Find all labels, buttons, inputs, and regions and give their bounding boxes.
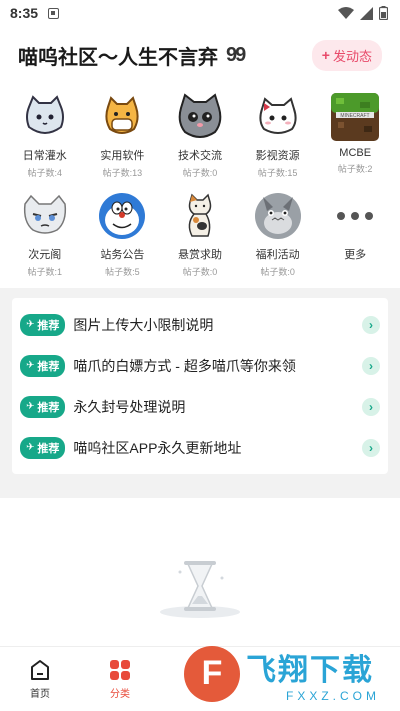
battery-icon [379, 6, 388, 20]
category-benefits[interactable]: 福利活动 帖子数:0 [239, 191, 317, 278]
pin-icon: ✈ [26, 442, 35, 453]
category-more[interactable]: 更多 [316, 191, 394, 278]
calico-cat-icon [175, 191, 225, 241]
category-mcbe[interactable]: MINECRAFT MCBE 帖子数:2 [316, 92, 394, 179]
recommend-badge: ✈ 推荐 [20, 354, 66, 377]
category-name: 影视资源 [255, 150, 300, 162]
plus-icon: + [321, 47, 330, 63]
category-name: MCBE [339, 147, 372, 159]
notice-title: 永久封号处理说明 [73, 398, 186, 415]
category-tech[interactable]: 技术交流 帖子数:0 [161, 92, 239, 179]
nav-category[interactable]: 分类 [80, 659, 160, 700]
watermark-title: 飞翔下载 [246, 653, 374, 687]
white-cat-bow-icon [253, 92, 303, 142]
svg-text:MINECRAFT: MINECRAFT [341, 113, 370, 119]
chevron-right-icon: › [362, 438, 380, 457]
chevron-right-icon: › [362, 315, 380, 334]
category-media[interactable]: 影视资源 帖子数:15 [239, 92, 317, 179]
category-name: 技术交流 [177, 150, 222, 162]
category-name: 更多 [344, 249, 367, 261]
category-anime[interactable]: 次元阁 帖子数:1 [6, 191, 84, 278]
notice-item[interactable]: ✈ 推荐 图片上传大小限制说明 › [12, 304, 388, 345]
wifi-icon [338, 6, 354, 19]
notice-item[interactable]: ✈ 推荐 永久封号处理说明 › [12, 386, 388, 427]
notice-title: 喵爪的白嫖方式 - 超多喵爪等你来领 [73, 357, 296, 374]
category-count: 帖子数:0 [182, 168, 218, 178]
quote-icon: 99 [226, 43, 246, 66]
notice-title: 喵呜社区APP永久更新地址 [73, 439, 242, 456]
category-grid-icon [110, 659, 130, 680]
grumpy-cat-icon [20, 191, 70, 241]
badge-label: 推荐 [37, 360, 60, 373]
category-name: 悬赏求助 [177, 249, 222, 261]
community-title: 喵呜社区～人生不言弃 99 [18, 41, 246, 70]
cat-face-icon [20, 92, 70, 142]
pin-icon: ✈ [26, 319, 35, 330]
category-count: 帖子数:0 [182, 267, 218, 277]
watermark-url: FXXZ.COM [286, 688, 380, 703]
post-button[interactable]: + 发动态 [311, 39, 382, 71]
gray-cat-icon [175, 92, 225, 142]
orange-cat-mask-icon [97, 92, 147, 142]
notice-title: 图片上传大小限制说明 [73, 316, 214, 333]
header-card: 喵呜社区～人生不言弃 99 + 发动态 日常灌水 帖子数:4 实用软件 帖子数:… [0, 26, 400, 288]
category-count: 帖子数:5 [105, 267, 140, 277]
page-title: 喵呜社区～人生不言弃 [18, 46, 218, 69]
category-grid: 日常灌水 帖子数:4 实用软件 帖子数:13 技术交流 帖子数:0 影视资源 帖… [6, 92, 394, 278]
hourglass-icon [160, 561, 240, 618]
category-daily[interactable]: 日常灌水 帖子数:4 [6, 92, 84, 179]
notice-item[interactable]: ✈ 推荐 喵爪的白嫖方式 - 超多喵爪等你来领 › [12, 345, 388, 386]
pin-icon: ✈ [26, 401, 35, 412]
content-area [0, 498, 400, 646]
category-name: 福利活动 [255, 249, 300, 261]
signal-icon [360, 6, 373, 20]
home-icon [31, 659, 49, 680]
more-dots-icon [330, 191, 380, 241]
minecraft-block-icon: MINECRAFT [330, 92, 380, 142]
notice-item[interactable]: ✈ 推荐 喵呜社区APP永久更新地址 › [12, 427, 388, 468]
watermark-logo-icon: F [184, 645, 240, 702]
nav-label: 首页 [30, 688, 50, 700]
recommended-list: ✈ 推荐 图片上传大小限制说明 › ✈ 推荐 喵爪的白嫖方式 - 超多喵爪等你来领 … [12, 298, 388, 474]
post-button-label: 发动态 [332, 48, 372, 64]
category-name: 实用软件 [100, 150, 145, 162]
category-count: 帖子数:1 [27, 267, 63, 277]
watermark: F 飞翔下载 FXXZ.COM [178, 636, 400, 711]
chevron-right-icon: › [362, 356, 380, 375]
category-name: 次元阁 [28, 249, 62, 261]
category-count: 帖子数:4 [27, 168, 63, 178]
totoro-icon [253, 191, 303, 241]
badge-label: 推荐 [37, 442, 60, 455]
category-count: 帖子数:15 [257, 168, 298, 178]
category-software[interactable]: 实用软件 帖子数:13 [84, 92, 162, 179]
category-name: 站务公告 [100, 249, 145, 261]
status-time: 8:35 [10, 5, 39, 21]
category-count: 帖子数:0 [260, 267, 295, 277]
recommend-badge: ✈ 推荐 [20, 436, 66, 459]
status-bar: 8:35 [0, 0, 400, 26]
nav-label: 分类 [110, 688, 130, 700]
category-count: 帖子数:13 [102, 168, 143, 178]
category-announcements[interactable]: 站务公告 帖子数:5 [84, 191, 162, 278]
badge-label: 推荐 [37, 401, 60, 414]
recommend-badge: ✈ 推荐 [20, 313, 66, 336]
category-count: 帖子数:2 [337, 164, 373, 174]
robot-cat-icon [97, 191, 147, 241]
pin-icon: ✈ [26, 360, 35, 371]
nav-home[interactable]: 首页 [0, 659, 80, 700]
category-name: 日常灌水 [22, 150, 67, 162]
chevron-right-icon: › [362, 397, 380, 416]
category-bounty[interactable]: 悬赏求助 帖子数:0 [161, 191, 239, 278]
notification-icon [48, 7, 60, 19]
badge-label: 推荐 [37, 319, 60, 332]
recommend-badge: ✈ 推荐 [20, 395, 66, 418]
